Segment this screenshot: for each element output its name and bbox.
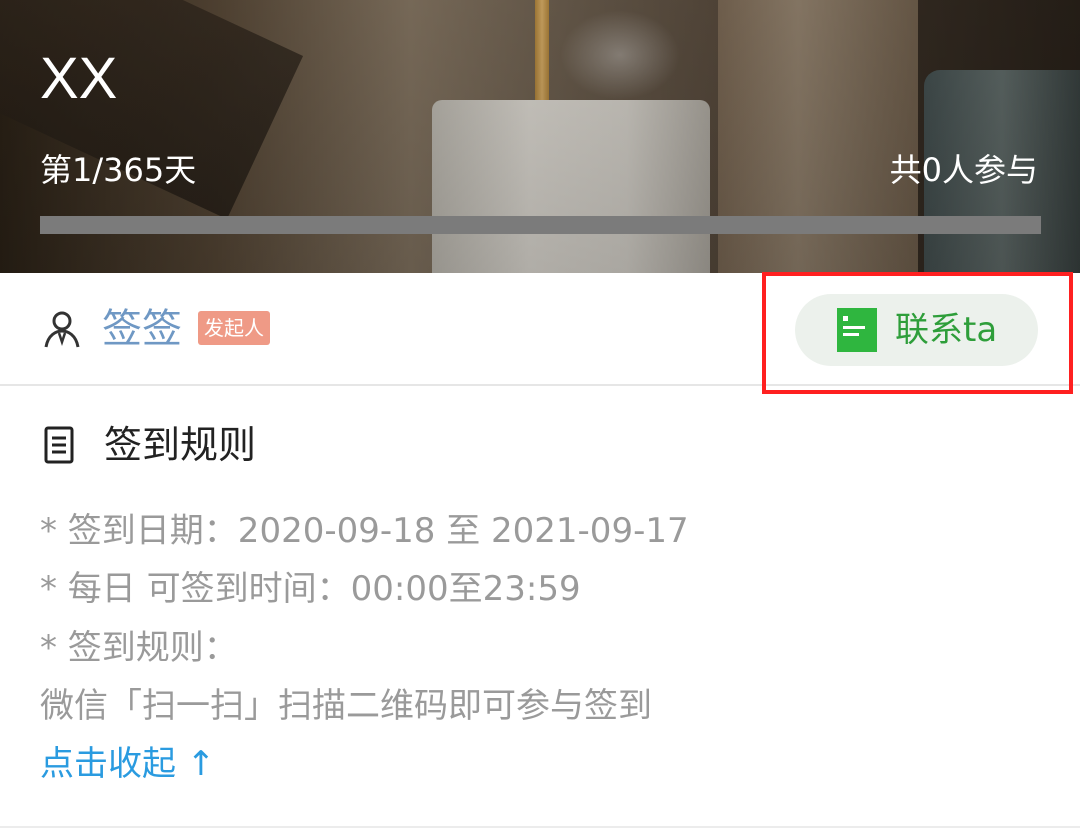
rule-date-range: * 签到日期：2020-09-18 至 2021-09-17	[40, 511, 689, 551]
rule-heading-line: * 签到规则：	[40, 628, 238, 668]
owner-row: 签签 发起人 联系ta	[0, 273, 1080, 386]
bottom-divider	[0, 826, 1080, 828]
contact-button[interactable]: 联系ta	[795, 294, 1038, 366]
owner-name[interactable]: 签签	[102, 303, 182, 355]
participant-count: 共0人参与	[889, 151, 1038, 189]
progress-bar	[40, 216, 1041, 234]
person-icon	[44, 311, 80, 348]
header-banner: XX 第1/365天 共0人参与	[0, 0, 1080, 273]
document-icon	[837, 308, 877, 352]
rules-header: 签到规则	[0, 400, 1080, 490]
activity-title: XX	[40, 46, 118, 111]
rule-scan-instruction: 微信「扫一扫」扫描二维码即可参与签到	[40, 686, 652, 726]
rule-daily-time: * 每日 可签到时间：00:00至23:59	[40, 569, 581, 609]
contact-button-label: 联系ta	[895, 310, 998, 350]
collapse-link[interactable]: 点击收起 ↑	[40, 742, 215, 786]
list-doc-icon	[44, 426, 74, 464]
rules-title: 签到规则	[104, 423, 257, 467]
initiator-badge: 发起人	[198, 311, 270, 345]
day-progress-text: 第1/365天	[40, 151, 197, 189]
